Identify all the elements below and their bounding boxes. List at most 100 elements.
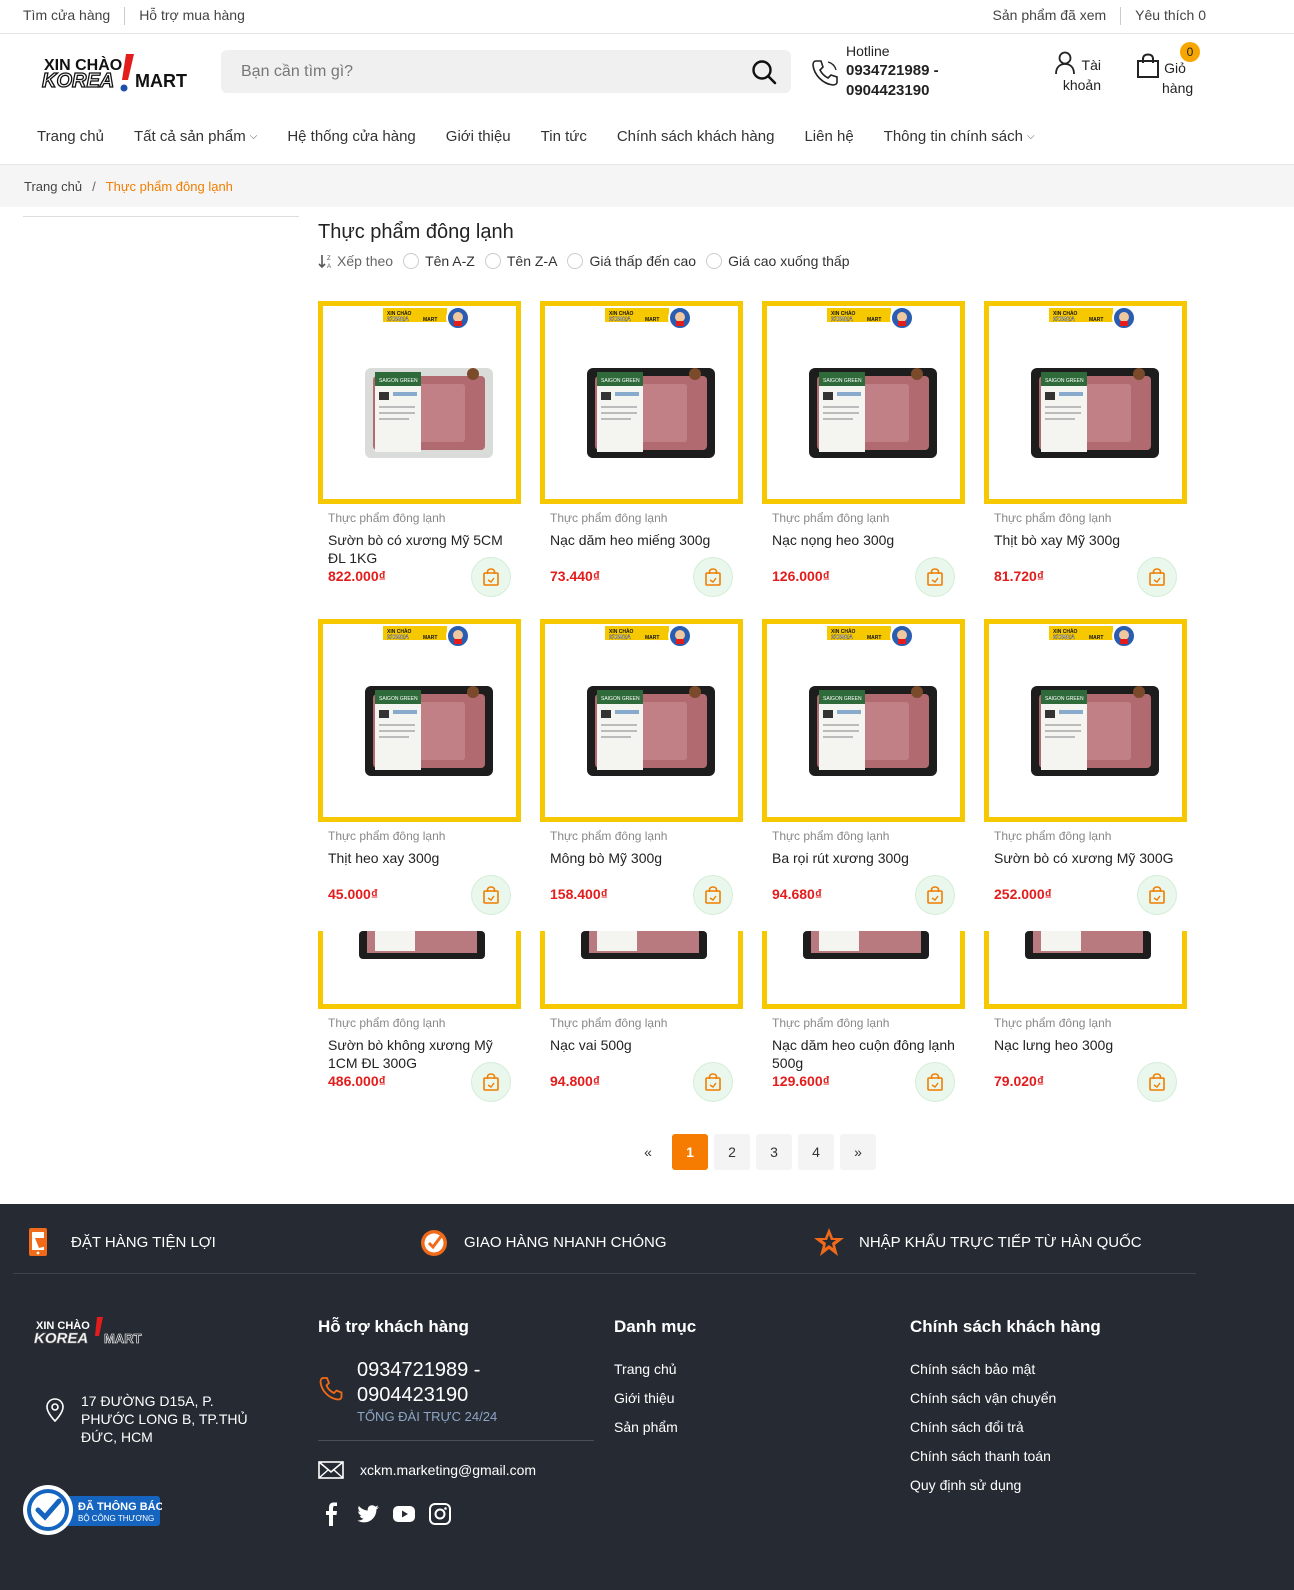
search-icon[interactable] xyxy=(751,59,777,85)
search-input[interactable] xyxy=(221,50,721,93)
product-card[interactable]: XIN CHÀO KOREA MART SAIGON GREEN Thực phẩm đ… xyxy=(318,301,521,597)
add-to-cart-button[interactable] xyxy=(693,557,733,597)
product-image[interactable]: XIN CHÀO KOREA MART SAIGON GREEN xyxy=(540,301,743,504)
product-image[interactable]: XIN CHÀO KOREA MART SAIGON GREEN xyxy=(762,619,965,822)
footer-link-home[interactable]: Trang chủ xyxy=(614,1360,678,1378)
facebook-icon[interactable] xyxy=(320,1502,344,1526)
chevron-down-icon: ⌵ xyxy=(249,131,258,142)
product-photo xyxy=(359,931,485,959)
product-card[interactable]: XIN CHÀO KOREA MART SAIGON GREEN Thực phẩm đ… xyxy=(762,301,965,597)
svg-text:MART: MART xyxy=(645,635,659,641)
sort-option-name-desc[interactable]: Tên Z-A xyxy=(484,253,557,269)
pagination-page-2[interactable]: 2 xyxy=(714,1134,750,1170)
product-card[interactable]: Thực phẩm đông lạnh Sườn bò không xương M… xyxy=(318,931,521,1102)
add-to-cart-button[interactable] xyxy=(1137,875,1177,915)
nav-item-customer-policy[interactable]: Chính sách khách hàng xyxy=(617,128,775,145)
pagination-next[interactable]: » xyxy=(840,1134,876,1170)
ministry-registration-badge[interactable]: ĐÃ THÔNG BÁO BỘ CÔNG THƯƠNG xyxy=(22,1484,162,1536)
footer-link-privacy[interactable]: Chính sách bảo mật xyxy=(910,1360,1056,1378)
nav-item-policy-info[interactable]: Thông tin chính sách ⌵ xyxy=(884,128,1035,145)
footer-link-payment[interactable]: Chính sách thanh toán xyxy=(910,1447,1056,1465)
wishlist-link[interactable]: Yêu thích 0 xyxy=(1135,7,1206,25)
radio-button[interactable] xyxy=(567,253,584,269)
product-card[interactable]: XIN CHÀO KOREA MART SAIGON GREEN Thực phẩm đ… xyxy=(984,301,1187,597)
add-to-cart-button[interactable] xyxy=(915,557,955,597)
radio-button[interactable] xyxy=(706,253,723,269)
nav-item-about[interactable]: Giới thiệu xyxy=(446,128,511,145)
phone-icon xyxy=(319,1377,343,1401)
svg-text:SAIGON GREEN: SAIGON GREEN xyxy=(601,378,640,384)
sort-option-price-desc[interactable]: Giá cao xuống thấp xyxy=(706,253,850,269)
svg-text:XIN CHÀO: XIN CHÀO xyxy=(831,310,856,317)
footer-link-about[interactable]: Giới thiệu xyxy=(614,1389,678,1407)
product-price: 45.000₫ xyxy=(328,886,379,902)
footer-link-returns[interactable]: Chính sách đổi trả xyxy=(910,1418,1056,1436)
product-image[interactable]: XIN CHÀO KOREA MART SAIGON GREEN xyxy=(540,619,743,822)
product-image[interactable]: XIN CHÀO KOREA MART SAIGON GREEN xyxy=(762,301,965,504)
product-card[interactable]: XIN CHÀO KOREA MART SAIGON GREEN Thực phẩm đ… xyxy=(540,619,743,915)
viewed-products-link[interactable]: Sản phẩm đã xem xyxy=(993,7,1107,25)
product-card[interactable]: XIN CHÀO KOREA MART SAIGON GREEN Thực phẩm đ… xyxy=(984,619,1187,915)
instagram-icon[interactable] xyxy=(428,1502,452,1526)
pagination-prev[interactable]: « xyxy=(630,1134,666,1170)
product-image[interactable]: XIN CHÀO KOREA MART SAIGON GREEN xyxy=(984,301,1187,504)
footer-phone-number[interactable]: 0934721989 - 0904423190 xyxy=(357,1358,557,1408)
site-logo[interactable]: XIN CHÀO KOREA MART xyxy=(40,50,188,98)
svg-text:KOREA: KOREA xyxy=(1053,635,1075,641)
nav-item-news[interactable]: Tin tức xyxy=(541,128,587,145)
product-card[interactable]: XIN CHÀO KOREA MART SAIGON GREEN Thực phẩm đ… xyxy=(762,619,965,915)
product-price: 126.000₫ xyxy=(772,568,830,584)
product-photo: XIN CHÀOKOREA MART SAIGON GREEN xyxy=(1031,624,1159,776)
add-to-cart-button[interactable] xyxy=(471,875,511,915)
product-image[interactable]: XIN CHÀO KOREA MART SAIGON GREEN xyxy=(318,301,521,504)
footer-link-terms[interactable]: Quy định sử dụng xyxy=(910,1476,1056,1494)
pagination-page-4[interactable]: 4 xyxy=(798,1134,834,1170)
product-card[interactable]: Thực phẩm đông lạnh Nạc dăm heo cuộn đông… xyxy=(762,931,965,1102)
footer-logo[interactable]: XIN CHÀO KOREA MART xyxy=(34,1315,144,1351)
radio-button[interactable] xyxy=(403,253,420,269)
radio-button[interactable] xyxy=(484,253,501,269)
add-to-cart-button[interactable] xyxy=(693,875,733,915)
product-card[interactable]: Thực phẩm đông lạnh Nạc lưng heo 300g 79.0… xyxy=(984,931,1187,1102)
add-to-cart-button[interactable] xyxy=(471,557,511,597)
pagination-page-3[interactable]: 3 xyxy=(756,1134,792,1170)
add-to-cart-button[interactable] xyxy=(915,875,955,915)
hotline-number[interactable]: 0934721989 - 0904423190 xyxy=(846,61,966,101)
product-image[interactable]: XIN CHÀO KOREA MART SAIGON GREEN xyxy=(984,619,1187,822)
product-card[interactable]: Thực phẩm đông lạnh Nạc vai 500g 94.800₫ xyxy=(540,931,743,1102)
star-import-icon xyxy=(814,1228,844,1256)
product-image[interactable]: XIN CHÀO KOREA MART SAIGON GREEN xyxy=(318,619,521,822)
sort-icon: Z A xyxy=(318,255,331,269)
footer-link-products[interactable]: Sản phẩm xyxy=(614,1418,678,1436)
add-to-cart-button[interactable] xyxy=(693,1062,733,1102)
product-image[interactable] xyxy=(762,931,965,1009)
product-photo xyxy=(803,931,929,959)
product-card[interactable]: XIN CHÀO KOREA MART SAIGON GREEN Thực phẩm đ… xyxy=(318,619,521,915)
add-to-cart-button[interactable] xyxy=(1137,557,1177,597)
nav-item-home[interactable]: Trang chủ xyxy=(37,128,104,145)
add-to-cart-button[interactable] xyxy=(915,1062,955,1102)
category-title: Danh mục xyxy=(614,1317,697,1336)
twitter-icon[interactable] xyxy=(356,1502,380,1526)
product-image[interactable] xyxy=(540,931,743,1009)
add-to-cart-button[interactable] xyxy=(1137,1062,1177,1102)
product-category: Thực phẩm đông lạnh xyxy=(328,1016,446,1030)
youtube-icon[interactable] xyxy=(392,1502,416,1526)
footer-link-shipping[interactable]: Chính sách vận chuyển xyxy=(910,1389,1056,1407)
product-category: Thực phẩm đông lạnh xyxy=(994,1016,1112,1030)
footer-email[interactable]: xckm.marketing@gmail.com xyxy=(318,1460,536,1480)
breadcrumb-home[interactable]: Trang chủ xyxy=(24,179,82,194)
product-card[interactable]: XIN CHÀO KOREA MART SAIGON GREEN Thực phẩm đ… xyxy=(540,301,743,597)
nav-item-contact[interactable]: Liên hệ xyxy=(804,128,853,145)
sort-option-price-asc[interactable]: Giá thấp đến cao xyxy=(567,253,696,269)
add-to-cart-button[interactable] xyxy=(471,1062,511,1102)
sort-option-name-asc[interactable]: Tên A-Z xyxy=(403,253,475,269)
nav-item-all-products[interactable]: Tất cả sản phẩm ⌵ xyxy=(134,128,257,145)
main-nav: Trang chủ Tất cả sản phẩm ⌵ Hệ thống cửa … xyxy=(0,112,1294,165)
purchase-support-link[interactable]: Hỗ trợ mua hàng xyxy=(139,7,245,25)
pagination-page-1[interactable]: 1 xyxy=(672,1134,708,1170)
product-image[interactable] xyxy=(984,931,1187,1009)
product-image[interactable] xyxy=(318,931,521,1009)
nav-item-stores[interactable]: Hệ thống cửa hàng xyxy=(287,128,415,145)
store-locator-link[interactable]: Tìm cửa hàng xyxy=(23,7,110,25)
